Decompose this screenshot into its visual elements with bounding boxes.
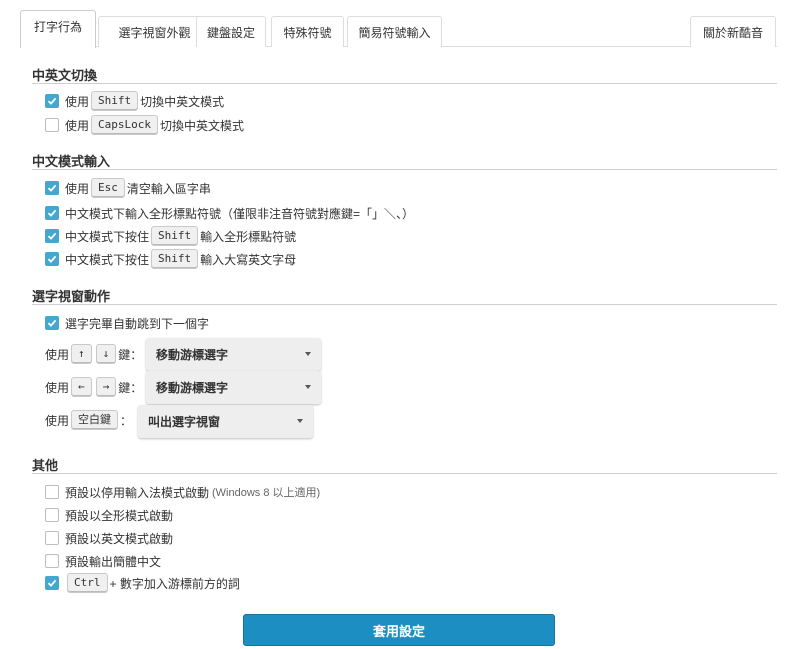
key-space: 空白鍵: [71, 410, 119, 430]
tab-easy-symbol-input[interactable]: 簡易符號輸入: [347, 16, 442, 47]
row-label-pre: 使用: [45, 347, 70, 362]
key-down-arrow: ↓: [95, 344, 117, 364]
section-title-switch: 中英文切換: [32, 68, 98, 83]
checkbox-checked[interactable]: [45, 181, 59, 195]
option-shift-switch[interactable]: 使用 Shift 切換中英文模式: [45, 91, 224, 111]
tab-label: 關於新酷音: [702, 25, 763, 40]
checkbox-checked[interactable]: [45, 576, 59, 590]
checkbox-checked[interactable]: [45, 229, 59, 243]
tab-keyboard-settings[interactable]: 鍵盤設定: [196, 16, 266, 47]
select-value: 叫出選字視窗: [148, 415, 221, 429]
tab-bar: 打字行為 選字視窗外觀 鍵盤設定 特殊符號 簡易符號輸入 關於新酷音: [20, 10, 777, 48]
row-label-post: 鍵：: [118, 380, 143, 395]
key-left-arrow: ←: [71, 377, 92, 397]
chevron-down-icon: [305, 352, 311, 356]
option-start-english[interactable]: 預設以英文模式啟動: [45, 528, 173, 548]
updown-action-select[interactable]: 移動游標選字: [146, 338, 321, 371]
option-label-pre: 中文模式下按住: [65, 252, 150, 267]
tab-about[interactable]: 關於新酷音: [690, 16, 776, 47]
option-shift-uppercase[interactable]: 中文模式下按住 Shift 輸入大寫英文字母: [45, 249, 296, 269]
option-label: 預設輸出簡體中文: [65, 554, 162, 569]
row-label-pre: 使用: [45, 380, 70, 395]
key-shift: Shift: [151, 249, 199, 269]
section-divider: [32, 304, 777, 305]
option-label: 選字完畢自動跳到下一個字: [65, 316, 210, 331]
option-label-post: 切換中英文模式: [160, 118, 245, 133]
key-capslock: CapsLock: [91, 115, 158, 135]
option-label: 預設以英文模式啟動: [65, 531, 174, 546]
row-label-post: ：: [120, 413, 133, 428]
option-label-post: 清空輸入區字串: [126, 181, 211, 196]
leftright-action-select[interactable]: 移動游標選字: [146, 371, 321, 404]
key-shift: Shift: [151, 226, 199, 246]
option-label-post: + 數字加入游標前方的詞: [109, 576, 240, 591]
option-label: 中文模式下輸入全形標點符號（僅限非注音符號對應鍵=「」＼、）: [65, 206, 415, 221]
option-label-post: 切換中英文模式: [140, 94, 225, 109]
section-title-chinese-input: 中文模式輸入: [32, 154, 111, 169]
leftright-key-row: 使用 ← → 鍵：: [45, 377, 142, 397]
tab-candidate-appearance[interactable]: 選字視窗外觀: [98, 16, 211, 47]
section-divider: [32, 473, 777, 474]
option-label-pre: 中文模式下按住: [65, 229, 150, 244]
option-shift-fullwidth-punct[interactable]: 中文模式下按住 Shift 輸入全形標點符號: [45, 226, 296, 246]
tab-label: 簡易符號輸入: [358, 25, 431, 40]
section-title-candidate-action: 選字視窗動作: [32, 289, 111, 304]
section-divider: [32, 169, 777, 170]
chevron-down-icon: [297, 419, 303, 423]
option-note: (Windows 8 以上適用): [212, 487, 321, 499]
option-start-disabled[interactable]: 預設以停用輸入法模式啟動 (Windows 8 以上適用): [45, 482, 320, 502]
option-label: 預設以停用輸入法模式啟動: [65, 485, 210, 500]
chevron-down-icon: [305, 385, 311, 389]
checkbox-checked[interactable]: [45, 252, 59, 266]
option-label-post: 輸入全形標點符號: [200, 229, 297, 244]
checkbox-checked[interactable]: [45, 94, 59, 108]
option-label: 預設以全形模式啟動: [65, 508, 174, 523]
tab-label: 鍵盤設定: [206, 25, 255, 40]
tab-label: 打字行為: [33, 20, 82, 34]
key-up-arrow: ↑: [71, 344, 92, 364]
option-label-post: 輸入大寫英文字母: [200, 252, 297, 267]
key-shift: Shift: [91, 91, 139, 111]
tab-typing-behavior[interactable]: 打字行為: [20, 10, 96, 48]
space-key-row: 使用 空白鍵 ：: [45, 410, 132, 430]
checkbox-unchecked[interactable]: [45, 531, 59, 545]
option-start-fullwidth[interactable]: 預設以全形模式啟動: [45, 505, 173, 525]
apply-settings-button[interactable]: 套用設定: [243, 614, 555, 646]
option-fullwidth-punct[interactable]: 中文模式下輸入全形標點符號（僅限非注音符號對應鍵=「」＼、）: [45, 203, 414, 223]
option-ctrl-add-phrase[interactable]: Ctrl + 數字加入游標前方的詞: [45, 573, 240, 593]
space-action-select[interactable]: 叫出選字視窗: [138, 405, 313, 438]
select-value: 移動游標選字: [156, 348, 229, 362]
checkbox-unchecked[interactable]: [45, 554, 59, 568]
option-capslock-switch[interactable]: 使用 CapsLock 切換中英文模式: [45, 115, 244, 135]
option-label-pre: 使用: [65, 94, 90, 109]
option-label-pre: 使用: [65, 181, 90, 196]
section-title-other: 其他: [32, 458, 59, 473]
checkbox-checked[interactable]: [45, 316, 59, 330]
option-esc-clear[interactable]: 使用 Esc 清空輸入區字串: [45, 178, 211, 198]
section-divider: [32, 83, 777, 84]
tab-label: 選字視窗外觀: [118, 25, 191, 40]
option-label-pre: 使用: [65, 118, 90, 133]
select-value: 移動游標選字: [156, 381, 229, 395]
checkbox-unchecked[interactable]: [45, 118, 59, 132]
key-right-arrow: →: [95, 377, 117, 397]
checkbox-checked[interactable]: [45, 206, 59, 220]
tab-special-symbols[interactable]: 特殊符號: [271, 16, 344, 47]
row-label-post: 鍵：: [118, 347, 143, 362]
tab-label: 特殊符號: [283, 25, 332, 40]
checkbox-unchecked[interactable]: [45, 508, 59, 522]
checkbox-unchecked[interactable]: [45, 485, 59, 499]
key-ctrl: Ctrl: [67, 573, 108, 593]
option-output-simplified[interactable]: 預設輸出簡體中文: [45, 551, 161, 571]
option-auto-next[interactable]: 選字完畢自動跳到下一個字: [45, 313, 209, 333]
key-esc: Esc: [91, 178, 125, 198]
updown-key-row: 使用 ↑ ↓ 鍵：: [45, 344, 142, 364]
row-label-pre: 使用: [45, 413, 70, 428]
